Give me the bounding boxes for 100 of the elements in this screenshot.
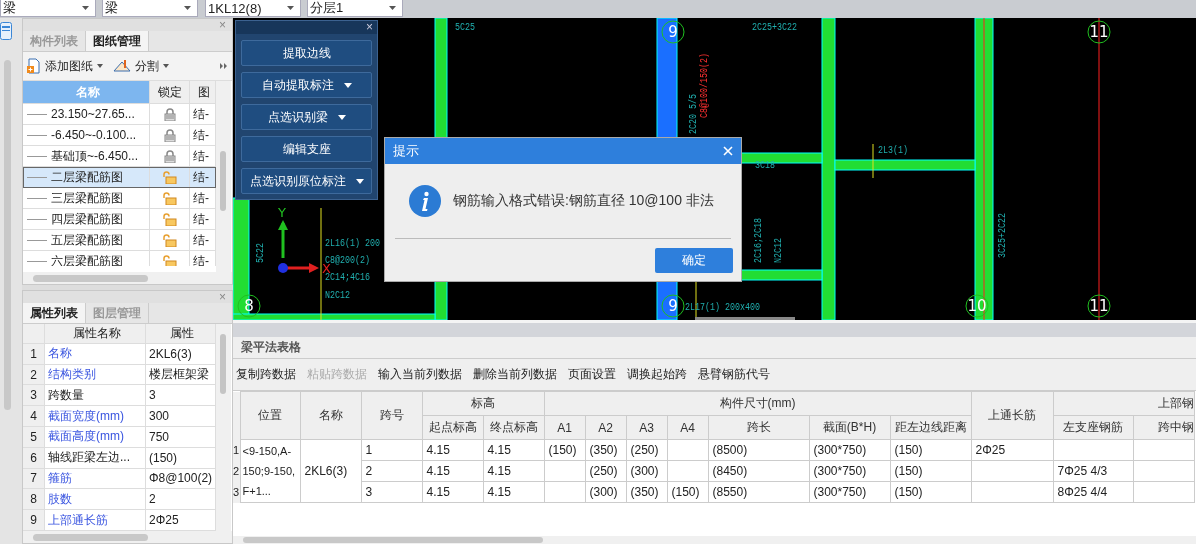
tab[interactable]: 图纸管理 [86, 31, 149, 51]
table-cell: 2 [361, 460, 422, 482]
property-name: 截面宽度(mm) [45, 406, 146, 426]
axis-label: Y [278, 205, 286, 220]
table-cell: (150) [890, 460, 972, 482]
more-icon[interactable] [220, 63, 228, 69]
toolbar-button[interactable]: 复制跨数据 [233, 366, 301, 383]
tab[interactable]: 属性列表 [23, 303, 86, 323]
drawing-name: -6.450~-0.100... [51, 128, 137, 142]
tool-button[interactable]: 自动提取标注 [241, 72, 372, 98]
caret-icon [97, 64, 103, 68]
caret-icon [389, 6, 396, 10]
tool-button[interactable]: 编辑支座 [241, 136, 372, 162]
table-cell: (300*750) [809, 439, 890, 461]
toolbar-button[interactable]: 悬臂钢筋代号 [695, 366, 775, 383]
tool-button[interactable]: 点选识别原位标注 [241, 168, 372, 194]
lock-icon[interactable] [163, 107, 176, 121]
drawing-name: 六层梁配筋图 [51, 252, 123, 266]
unlock-icon[interactable] [162, 212, 177, 226]
toolbar-button[interactable]: 删除当前列数据 [470, 366, 562, 383]
axis-bubble: 11 [1087, 20, 1111, 44]
toolbar-button[interactable]: 分割 [113, 57, 169, 75]
unlock-icon[interactable] [162, 254, 177, 266]
splitter-bar[interactable] [233, 320, 1196, 337]
dialog-message: 钢筋输入格式错误:钢筋直径 10@100 非法 [453, 192, 714, 210]
drawing-row[interactable]: 四层梁配筋图 结- [23, 209, 216, 230]
row-number: 1 [23, 343, 45, 364]
dropdown[interactable]: 梁 [0, 0, 96, 17]
cad-label: 2C25+3C22 [752, 21, 812, 33]
table-cell: 4.15 [422, 460, 483, 482]
unlock-icon[interactable] [162, 233, 177, 247]
unlock-icon[interactable] [162, 191, 177, 205]
property-name: 截面高度(mm) [45, 427, 146, 447]
property-name: 结构类别 [45, 364, 146, 385]
tool-button[interactable]: 点选识别梁 [241, 104, 372, 130]
drawing-name: 三层梁配筋图 [51, 189, 123, 207]
scrollbar[interactable] [695, 317, 795, 320]
lock-icon[interactable] [163, 149, 176, 163]
dialog-title: 提示 [393, 142, 419, 160]
cad-label: 2C20 5/5 [687, 81, 699, 134]
column-header: 属性名称 [45, 324, 146, 343]
scrollbar[interactable] [4, 60, 11, 410]
row-number: 3 [233, 481, 240, 503]
close-icon[interactable]: × [366, 21, 377, 34]
drawing-row[interactable]: -6.450~-0.100... 结- [23, 125, 216, 146]
toolbar-button[interactable]: 输入当前列数据 [375, 366, 467, 383]
cad-label: 2L16(1) 200 [325, 237, 398, 249]
row-number: 8 [23, 489, 45, 510]
scrollbar[interactable] [23, 531, 232, 543]
axis-arrow [278, 220, 319, 273]
row-number: 4 [23, 406, 45, 426]
property-name: 轴线距梁左边... [45, 447, 146, 468]
toolbar-button[interactable]: 页面设置 [565, 366, 621, 383]
drawing-row[interactable]: 五层梁配筋图 结- [23, 230, 216, 251]
window-icon[interactable] [0, 22, 12, 40]
column-header[interactable]: 锁定 [150, 81, 190, 103]
table-cell: (150) [544, 439, 585, 461]
table-cell: (8550) [708, 481, 809, 503]
close-icon[interactable] [723, 146, 733, 156]
unlock-icon[interactable] [162, 170, 177, 184]
dropdown[interactable]: 分层1 [307, 0, 403, 17]
drawing-row[interactable]: 二层梁配筋图 结- [23, 167, 216, 188]
toolbar-button[interactable]: 调换起始跨 [624, 366, 692, 383]
toolbar-button[interactable]: 添加图纸 [27, 57, 103, 75]
table-cell: 8Φ25 4/4 [1053, 481, 1134, 503]
drawing-name: 四层梁配筋图 [51, 210, 123, 228]
row-number: 7 [23, 468, 45, 489]
dropdown[interactable]: 梁 [102, 0, 198, 17]
scrollbar[interactable] [216, 324, 231, 531]
table-cell: (300*750) [809, 460, 890, 482]
row-number: 3 [23, 385, 45, 406]
column-header: 构件尺寸(mm) [544, 391, 972, 416]
row-number: 1 [233, 439, 240, 461]
table-cell: (350) [585, 439, 626, 461]
tool-button[interactable]: 提取边线 [241, 40, 372, 66]
table-cell: (300) [585, 481, 626, 503]
table-cell: (150) [890, 439, 972, 461]
drawing-row[interactable]: 23.150~27.65... 结- [23, 104, 216, 125]
table-cell: (150) [667, 481, 708, 503]
table-cell: (350) [626, 481, 667, 503]
lock-icon[interactable] [163, 128, 176, 142]
scrollbar[interactable] [23, 272, 232, 284]
scrollbar[interactable] [233, 536, 1196, 544]
row-number: 6 [23, 447, 45, 468]
table-cell: 2KL6(3) [300, 439, 361, 503]
cad-label: C8@200(2) [325, 254, 385, 266]
table-cell: (8500) [708, 439, 809, 461]
ok-button[interactable]: 确定 [655, 247, 733, 273]
table-cell: 2Φ25 [971, 439, 1054, 461]
property-name: 上部通长筋 [45, 510, 146, 530]
column-header: 标高 [422, 391, 544, 416]
table-cell: (250) [585, 460, 626, 482]
add-file-icon [27, 58, 41, 74]
scrollbar[interactable] [216, 81, 231, 272]
dropdown[interactable]: 1KL12(8) [205, 0, 301, 17]
drawing-row[interactable]: 三层梁配筋图 结- [23, 188, 216, 209]
column-header: 名称 [300, 391, 361, 440]
caret-icon [163, 64, 169, 68]
caret-icon [82, 6, 89, 10]
table-cell: 4.15 [422, 481, 483, 503]
